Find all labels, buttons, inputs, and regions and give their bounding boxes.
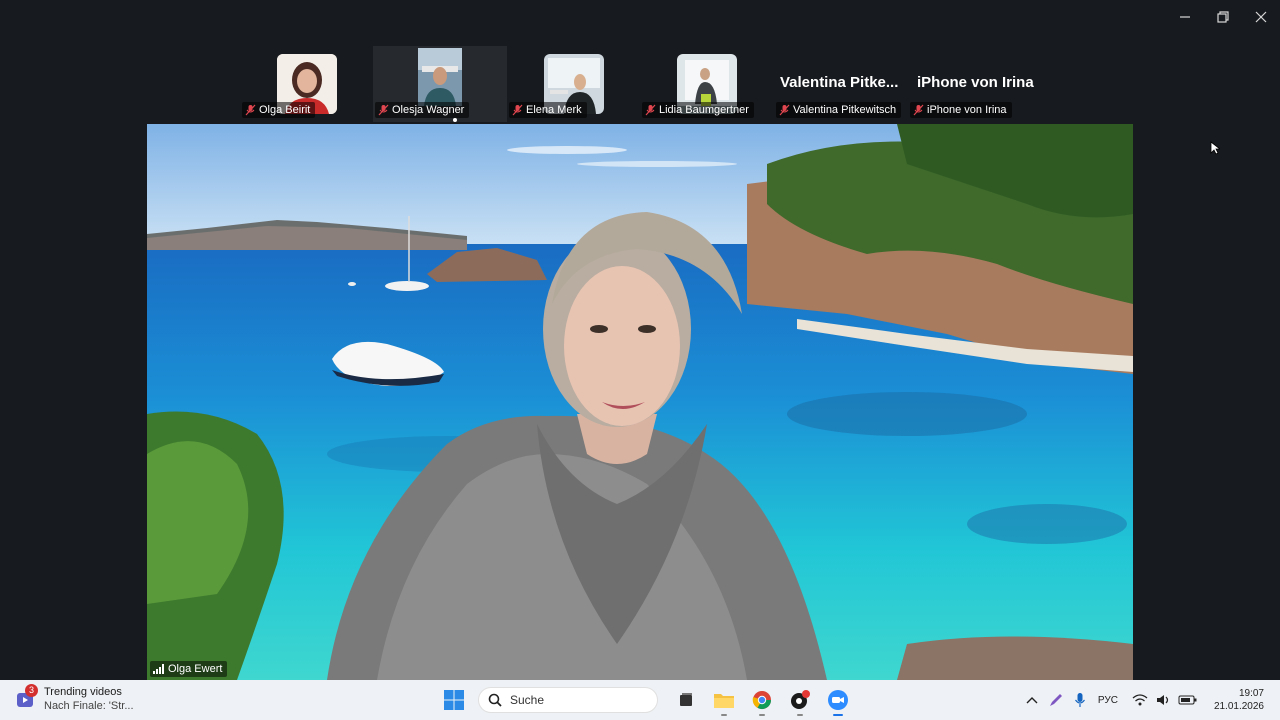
participant-label: Elena Merk bbox=[509, 102, 587, 118]
participant-tile-olga-beirit[interactable]: Olga Beirit bbox=[240, 46, 370, 122]
mic-muted-icon bbox=[645, 104, 656, 116]
folder-icon bbox=[714, 694, 734, 708]
close-icon bbox=[1255, 11, 1267, 23]
wifi-icon bbox=[1132, 694, 1148, 706]
chrome-icon bbox=[752, 691, 771, 710]
participant-label: iPhone von Irina bbox=[910, 102, 1012, 118]
participant-display-name: iPhone von Irina bbox=[917, 74, 1034, 91]
news-widget[interactable]: 3 Trending videos Nach Finale: 'Str... bbox=[16, 684, 134, 713]
microphone-button[interactable] bbox=[1068, 688, 1092, 712]
show-hidden-icons-button[interactable] bbox=[1020, 688, 1044, 712]
speaker-label: Olga Ewert bbox=[150, 661, 228, 677]
participant-name: Valentina Pitkewitsch bbox=[793, 104, 897, 116]
zoom-button[interactable] bbox=[824, 686, 852, 716]
start-button[interactable] bbox=[440, 686, 468, 714]
pen-icon bbox=[1049, 694, 1062, 706]
search-icon bbox=[488, 693, 502, 707]
search-placeholder: Suche bbox=[510, 693, 545, 707]
clock-date: 21.01.2026 bbox=[1213, 701, 1264, 712]
task-view-button[interactable] bbox=[672, 686, 700, 714]
volume-button[interactable] bbox=[1152, 688, 1176, 712]
chevron-up-icon bbox=[1026, 697, 1038, 704]
taskbar-search[interactable]: Suche bbox=[478, 687, 658, 713]
running-indicator bbox=[759, 714, 765, 716]
participant-name: Olesja Wagner bbox=[392, 104, 465, 116]
language-indicator[interactable]: РУС bbox=[1098, 695, 1118, 706]
participant-name: Lidia Baumgertner bbox=[659, 104, 749, 116]
wifi-button[interactable] bbox=[1128, 688, 1152, 712]
zoom-icon bbox=[828, 690, 848, 710]
system-tray: РУС 19:07 21.01.2026 bbox=[1020, 680, 1280, 720]
participant-label: Olga Beirit bbox=[242, 102, 316, 118]
news-badge: 3 bbox=[25, 684, 38, 697]
participant-tile-olesja-wagner[interactable]: Olesja Wagner bbox=[373, 46, 507, 122]
participant-tile-elena-merk[interactable]: Elena Merk bbox=[507, 46, 637, 122]
participant-display-name: Valentina Pitke... bbox=[780, 74, 899, 91]
mouse-cursor-icon bbox=[1210, 141, 1220, 155]
participant-tile-valentina-pitkewitsch[interactable]: Valentina Pitke... Valentina Pitkewitsch bbox=[774, 46, 908, 122]
running-indicator bbox=[797, 714, 803, 716]
task-view-icon bbox=[680, 693, 692, 706]
participant-name: iPhone von Irina bbox=[927, 104, 1007, 116]
windows-taskbar: 3 Trending videos Nach Finale: 'Str... S… bbox=[0, 680, 1280, 720]
close-button[interactable] bbox=[1242, 0, 1280, 34]
mic-muted-icon bbox=[245, 104, 256, 116]
pen-button[interactable] bbox=[1044, 688, 1068, 712]
window-controls bbox=[1166, 0, 1280, 34]
news-subtitle: Nach Finale: 'Str... bbox=[44, 700, 134, 712]
participant-label: Olesja Wagner bbox=[375, 102, 470, 118]
chrome-button[interactable] bbox=[748, 686, 776, 716]
taskbar-apps: Suche bbox=[440, 680, 852, 720]
running-indicator bbox=[721, 714, 727, 716]
windows-logo-icon bbox=[444, 690, 464, 710]
participant-tile-iphone-von-irina[interactable]: iPhone von Irina iPhone von Irina bbox=[908, 46, 1042, 122]
clock-time: 19:07 bbox=[1238, 688, 1264, 699]
mic-muted-icon bbox=[913, 104, 924, 116]
participant-label: Lidia Baumgertner bbox=[642, 102, 754, 118]
participant-video bbox=[418, 48, 462, 106]
connection-signal-icon bbox=[153, 664, 164, 674]
minimize-button[interactable] bbox=[1166, 0, 1204, 34]
news-video-icon: 3 bbox=[16, 684, 38, 710]
restore-icon bbox=[1217, 11, 1229, 23]
battery-icon bbox=[1178, 695, 1197, 705]
mic-muted-icon bbox=[512, 104, 523, 116]
app-icon bbox=[791, 690, 810, 709]
mic-muted-icon bbox=[378, 104, 389, 116]
file-explorer-button[interactable] bbox=[710, 686, 738, 716]
clock[interactable]: 19:07 21.01.2026 bbox=[1214, 687, 1264, 713]
participant-label: Valentina Pitkewitsch bbox=[776, 102, 902, 118]
app-button[interactable] bbox=[786, 686, 814, 716]
restore-button[interactable] bbox=[1204, 0, 1242, 34]
participant-tile-lidia-baumgertner[interactable]: Lidia Baumgertner bbox=[640, 46, 774, 122]
virtual-background-image bbox=[147, 124, 1133, 680]
news-title: Trending videos bbox=[44, 686, 122, 698]
active-speaker-dot bbox=[453, 118, 457, 122]
participant-name: Elena Merk bbox=[526, 104, 582, 116]
mic-muted-icon bbox=[779, 104, 790, 116]
main-speaker-video[interactable]: Olga Ewert bbox=[147, 124, 1133, 680]
active-indicator bbox=[833, 714, 843, 716]
microphone-icon bbox=[1074, 693, 1085, 707]
speaker-name: Olga Ewert bbox=[168, 663, 223, 675]
speaker-icon bbox=[1156, 695, 1169, 705]
minimize-icon bbox=[1180, 16, 1190, 18]
battery-button[interactable] bbox=[1176, 688, 1200, 712]
participant-name: Olga Beirit bbox=[259, 104, 311, 116]
participant-strip: Olga Beirit Olesja Wagner Elena Merk Lid… bbox=[0, 46, 1280, 124]
